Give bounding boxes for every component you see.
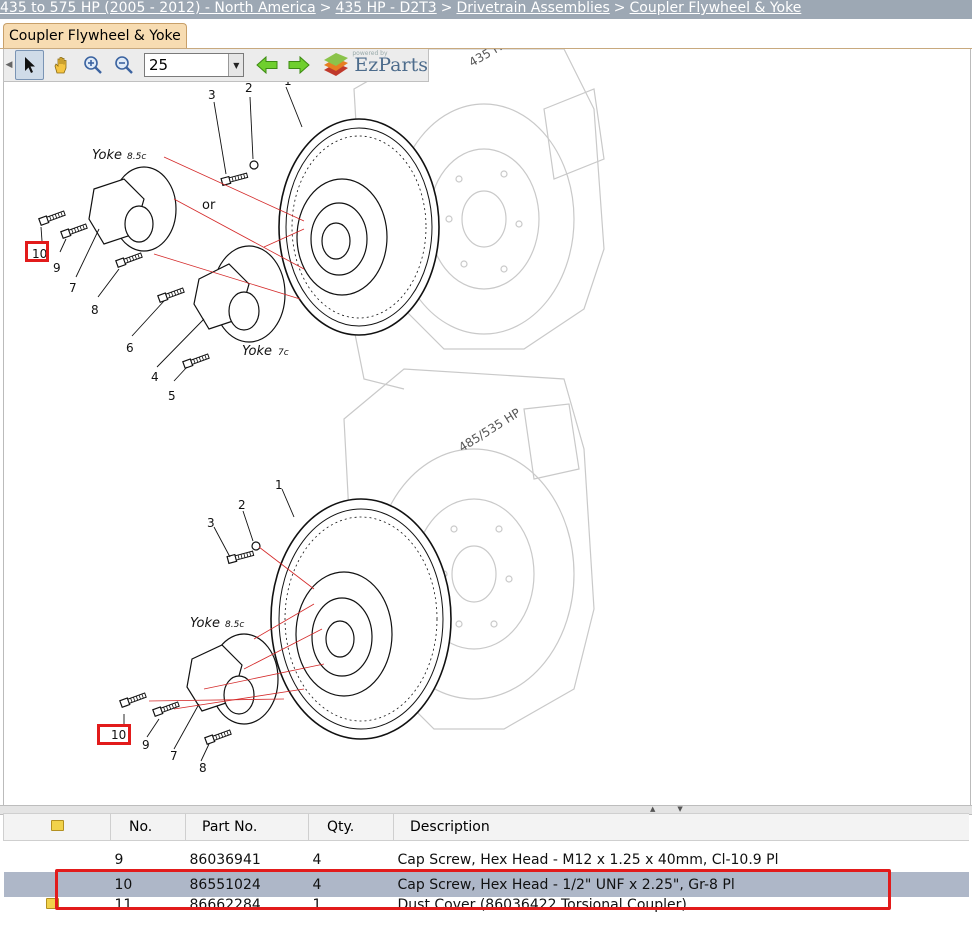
highlight-callout-10-top xyxy=(25,241,49,262)
svg-text:7: 7 xyxy=(170,749,178,763)
splitter-arrows-icon[interactable]: ▲▼ xyxy=(650,805,705,813)
breadcrumb-item-current[interactable]: Coupler Flywheel & Yoke xyxy=(630,0,802,16)
bolt-6-top[interactable] xyxy=(157,286,186,303)
select-pointer-button[interactable] xyxy=(14,50,45,80)
yoke-8-5-top[interactable] xyxy=(88,166,177,252)
pointer-icon xyxy=(24,57,35,73)
next-button[interactable] xyxy=(284,50,314,80)
zoom-out-icon xyxy=(115,56,134,74)
column-header-description[interactable]: Description xyxy=(393,813,969,841)
diagram-viewer[interactable]: 435 HP 485/535 HP 2 3 4 5 6 7 8 9 10 or … xyxy=(3,49,971,805)
highlight-selected-row xyxy=(55,869,891,910)
breadcrumb-item-category[interactable]: Drivetrain Assemblies xyxy=(456,0,609,16)
column-header-qty[interactable]: Qty. xyxy=(308,813,394,841)
yoke-7-top[interactable] xyxy=(193,245,286,343)
svg-text:8: 8 xyxy=(91,303,99,317)
column-header-no[interactable]: No. xyxy=(110,813,186,841)
viewer-toolbar: ◀ 25 ▼ powered by EzParts xyxy=(3,49,429,82)
bolt-5-top[interactable] xyxy=(182,352,211,369)
svg-text:Yoke: Yoke xyxy=(190,616,220,631)
svg-text:3: 3 xyxy=(207,516,215,530)
svg-text:1: 1 xyxy=(275,478,283,492)
breadcrumb: 435 to 575 HP (2005 - 2012) - North Amer… xyxy=(0,0,972,19)
svg-text:8.5c: 8.5c xyxy=(225,620,244,630)
callout-numbers-bottom: 1 2 3 7 8 9 10 Yoke 8.5c xyxy=(111,478,283,775)
breadcrumb-separator: > xyxy=(319,0,332,16)
svg-text:8.5c: 8.5c xyxy=(127,152,146,162)
yoke-8-5-bottom[interactable] xyxy=(186,633,279,725)
bolt-10-bottom[interactable] xyxy=(119,691,148,708)
breadcrumb-separator: > xyxy=(613,0,626,16)
zoom-level-value: 25 xyxy=(148,56,169,74)
note-icon xyxy=(50,820,64,831)
svg-text:2: 2 xyxy=(238,498,246,512)
svg-text:Yoke: Yoke xyxy=(242,344,272,359)
svg-text:2: 2 xyxy=(245,81,253,95)
previous-button[interactable] xyxy=(252,50,282,80)
breadcrumb-separator: > xyxy=(440,0,453,16)
engine-label-bottom: 485/535 HP xyxy=(456,406,523,455)
svg-text:9: 9 xyxy=(53,261,61,275)
svg-text:4: 4 xyxy=(151,370,159,384)
column-header-part-no[interactable]: Part No. xyxy=(185,813,309,841)
zoom-level-select[interactable]: 25 ▼ xyxy=(143,53,245,77)
zoom-in-button[interactable] xyxy=(78,50,108,80)
svg-text:7c: 7c xyxy=(278,348,289,358)
highlight-callout-10-bottom xyxy=(97,724,131,745)
exploded-diagram: 435 HP 485/535 HP 2 3 4 5 6 7 8 9 10 or … xyxy=(32,49,605,775)
pan-hand-button[interactable] xyxy=(46,50,76,80)
flywheel-top[interactable] xyxy=(278,118,440,336)
column-header-notes[interactable] xyxy=(3,813,111,841)
bolt-3-top[interactable] xyxy=(220,171,249,186)
logo-powered-text: powered by xyxy=(352,50,388,57)
svg-text:7: 7 xyxy=(69,281,77,295)
flywheel-bottom[interactable] xyxy=(270,498,452,740)
svg-text:3: 3 xyxy=(208,88,216,102)
logo-text: EzParts xyxy=(354,54,428,76)
svg-text:Yoke: Yoke xyxy=(92,148,122,163)
svg-text:6: 6 xyxy=(126,341,134,355)
tab-coupler-flywheel-yoke[interactable]: Coupler Flywheel & Yoke xyxy=(3,23,187,48)
hand-icon xyxy=(54,57,67,74)
bolt-8-top[interactable] xyxy=(115,251,144,268)
ezparts-logo: powered by EzParts xyxy=(322,50,428,78)
svg-text:8: 8 xyxy=(199,761,207,775)
arrow-left-icon xyxy=(256,56,278,74)
chevron-down-icon[interactable]: ▼ xyxy=(228,54,244,76)
breadcrumb-item-model[interactable]: 435 to 575 HP (2005 - 2012) - North Amer… xyxy=(0,0,316,16)
tab-strip: Coupler Flywheel & Yoke xyxy=(0,19,972,49)
bolt-3-bottom[interactable] xyxy=(226,549,255,564)
arrow-right-icon xyxy=(288,56,310,74)
bolt-9-top[interactable] xyxy=(60,222,89,239)
svg-text:9: 9 xyxy=(142,738,150,752)
svg-text:5: 5 xyxy=(168,389,176,403)
bolt-10-top[interactable] xyxy=(38,209,67,226)
washer-2-bottom[interactable] xyxy=(251,541,261,551)
breadcrumb-item-engine[interactable]: 435 HP - D2T3 xyxy=(335,0,436,16)
zoom-out-button[interactable] xyxy=(109,50,139,80)
toolbar-grip-icon[interactable]: ◀ xyxy=(4,50,14,80)
zoom-in-icon xyxy=(83,56,102,74)
svg-text:or: or xyxy=(202,198,216,213)
washer-2-top[interactable] xyxy=(249,160,259,170)
table-header-row: No. Part No. Qty. Description xyxy=(3,813,969,841)
bolt-8-bottom[interactable] xyxy=(204,728,233,745)
engine-label-top: 435 HP xyxy=(467,49,511,70)
books-logo-icon xyxy=(324,53,349,76)
